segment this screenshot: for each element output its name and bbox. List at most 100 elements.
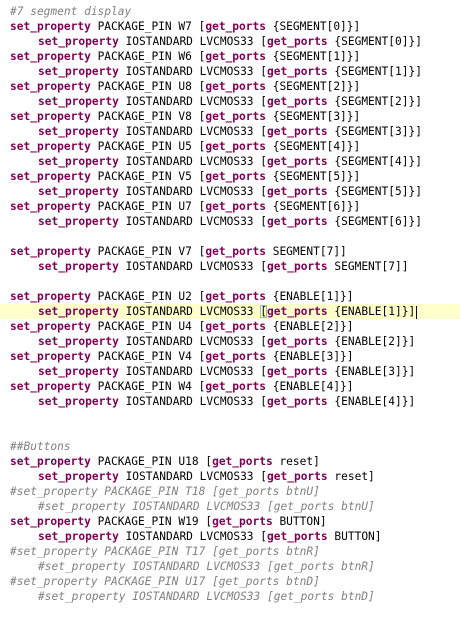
code-line[interactable]: set_property PACKAGE_PIN W4 [get_ports {…	[0, 379, 460, 394]
keyword-set-property: set_property	[38, 185, 119, 198]
code-line[interactable]: #set_property IOSTANDARD LVCMOS33 [get_p…	[0, 499, 460, 514]
port-text: SEGMENT[7]]	[265, 245, 347, 258]
code-line[interactable]: #7 segment display	[0, 4, 460, 19]
keyword-get-ports: get_ports	[205, 380, 266, 393]
blank-line[interactable]	[0, 274, 460, 289]
keyword-set-property: set_property	[10, 380, 91, 393]
code-line[interactable]: set_property PACKAGE_PIN U4 [get_ports {…	[0, 319, 460, 334]
property-text: PACKAGE_PIN W7 [	[90, 20, 206, 33]
current-code-line[interactable]: set_property IOSTANDARD LVCMOS33 [get_po…	[0, 304, 460, 319]
code-line[interactable]: set_property PACKAGE_PIN U2 [get_ports {…	[0, 289, 460, 304]
code-line[interactable]: #set_property IOSTANDARD LVCMOS33 [get_p…	[0, 559, 460, 574]
code-line[interactable]: set_property IOSTANDARD LVCMOS33 [get_po…	[0, 259, 460, 274]
code-line[interactable]: set_property IOSTANDARD LVCMOS33 [get_po…	[0, 124, 460, 139]
property-text: PACKAGE_PIN U18 [	[90, 455, 213, 468]
property-text: IOSTANDARD LVCMOS33 [	[118, 470, 268, 483]
code-line[interactable]: set_property IOSTANDARD LVCMOS33 [get_po…	[0, 154, 460, 169]
code-line[interactable]: #set_property PACKAGE_PIN T17 [get_ports…	[0, 544, 460, 559]
code-line[interactable]: set_property IOSTANDARD LVCMOS33 [get_po…	[0, 469, 460, 484]
code-line[interactable]: set_property IOSTANDARD LVCMOS33 [get_po…	[0, 64, 460, 79]
port-text: {SEGMENT[5]}]	[327, 185, 422, 198]
blank-line[interactable]	[0, 409, 460, 424]
comment-text: #set_property IOSTANDARD LVCMOS33 [get_p…	[38, 500, 375, 513]
port-text: reset]	[327, 470, 375, 483]
code-line[interactable]: set_property PACKAGE_PIN U5 [get_ports {…	[0, 139, 460, 154]
code-line[interactable]: set_property IOSTANDARD LVCMOS33 [get_po…	[0, 184, 460, 199]
keyword-get-ports: get_ports	[267, 395, 328, 408]
code-line[interactable]: set_property PACKAGE_PIN U7 [get_ports {…	[0, 199, 460, 214]
property-text: PACKAGE_PIN U2 [	[90, 290, 206, 303]
code-line[interactable]: set_property PACKAGE_PIN W6 [get_ports {…	[0, 49, 460, 64]
port-text: {ENABLE[1]}]	[265, 290, 354, 303]
keyword-set-property: set_property	[10, 110, 91, 123]
property-text: PACKAGE_PIN V8 [	[90, 110, 206, 123]
keyword-set-property: set_property	[38, 65, 119, 78]
keyword-set-property: set_property	[38, 260, 119, 273]
keyword-set-property: set_property	[38, 335, 119, 348]
keyword-set-property: set_property	[38, 395, 119, 408]
keyword-get-ports: get_ports	[205, 80, 266, 93]
port-text: {SEGMENT[2]}]	[265, 80, 361, 93]
code-line[interactable]: set_property PACKAGE_PIN V4 [get_ports {…	[0, 349, 460, 364]
keyword-set-property: set_property	[10, 320, 91, 333]
property-text: IOSTANDARD LVCMOS33 [	[118, 125, 268, 138]
keyword-get-ports: get_ports	[267, 260, 328, 273]
code-line[interactable]: set_property IOSTANDARD LVCMOS33 [get_po…	[0, 94, 460, 109]
keyword-set-property: set_property	[10, 200, 91, 213]
port-text: {SEGMENT[6]}]	[327, 215, 422, 228]
keyword-set-property: set_property	[10, 455, 91, 468]
code-line[interactable]: #set_property PACKAGE_PIN T18 [get_ports…	[0, 484, 460, 499]
code-line[interactable]: set_property IOSTANDARD LVCMOS33 [get_po…	[0, 34, 460, 49]
port-text: reset]	[272, 455, 320, 468]
code-line[interactable]: set_property PACKAGE_PIN V5 [get_ports {…	[0, 169, 460, 184]
port-text: {ENABLE[3]}]	[327, 365, 416, 378]
keyword-get-ports: get_ports	[205, 245, 266, 258]
keyword-set-property: set_property	[38, 530, 119, 543]
keyword-get-ports: get_ports	[267, 65, 328, 78]
code-line[interactable]: set_property IOSTANDARD LVCMOS33 [get_po…	[0, 529, 460, 544]
keyword-get-ports: get_ports	[205, 320, 266, 333]
port-text: {SEGMENT[0]}]	[327, 35, 422, 48]
property-text: IOSTANDARD LVCMOS33	[118, 305, 261, 318]
code-line[interactable]: set_property PACKAGE_PIN V8 [get_ports {…	[0, 109, 460, 124]
property-text: IOSTANDARD LVCMOS33 [	[118, 65, 268, 78]
blank-line[interactable]	[0, 229, 460, 244]
property-text: IOSTANDARD LVCMOS33 [	[118, 35, 268, 48]
port-text: {ENABLE[4]}]	[327, 395, 416, 408]
port-text: {ENABLE[1]}]	[327, 305, 416, 318]
port-text: {SEGMENT[2]}]	[327, 95, 422, 108]
keyword-get-ports: get_ports	[267, 155, 328, 168]
comment-text: #set_property PACKAGE_PIN T18 [get_ports…	[10, 485, 320, 498]
property-text: IOSTANDARD LVCMOS33 [	[118, 365, 268, 378]
code-line[interactable]: set_property IOSTANDARD LVCMOS33 [get_po…	[0, 214, 460, 229]
code-line[interactable]: set_property PACKAGE_PIN V7 [get_ports S…	[0, 244, 460, 259]
code-line[interactable]: set_property PACKAGE_PIN U8 [get_ports {…	[0, 79, 460, 94]
blank-line[interactable]	[0, 424, 460, 439]
code-line[interactable]: #set_property PACKAGE_PIN U17 [get_ports…	[0, 574, 460, 589]
property-text: PACKAGE_PIN W6 [	[90, 50, 206, 63]
property-text: PACKAGE_PIN U8 [	[90, 80, 206, 93]
keyword-set-property: set_property	[38, 125, 119, 138]
keyword-get-ports: get_ports	[267, 470, 328, 483]
comment-text: #set_property PACKAGE_PIN U17 [get_ports…	[10, 575, 320, 588]
property-text: PACKAGE_PIN W19 [	[90, 515, 213, 528]
code-line[interactable]: #set_property IOSTANDARD LVCMOS33 [get_p…	[0, 589, 460, 604]
keyword-get-ports: get_ports	[205, 200, 266, 213]
port-text: {SEGMENT[1]}]	[265, 50, 361, 63]
code-line[interactable]: set_property IOSTANDARD LVCMOS33 [get_po…	[0, 334, 460, 349]
code-editor[interactable]: #7 segment display set_property PACKAGE_P…	[0, 0, 460, 623]
port-text: {SEGMENT[6]}]	[265, 200, 361, 213]
keyword-set-property: set_property	[38, 95, 119, 108]
keyword-get-ports: get_ports	[212, 515, 273, 528]
property-text: PACKAGE_PIN U7 [	[90, 200, 206, 213]
code-line[interactable]: set_property PACKAGE_PIN U18 [get_ports …	[0, 454, 460, 469]
code-line[interactable]: ##Buttons	[0, 439, 460, 454]
property-text: IOSTANDARD LVCMOS33 [	[118, 395, 268, 408]
keyword-get-ports: get_ports	[212, 455, 273, 468]
keyword-set-property: set_property	[38, 365, 119, 378]
code-line[interactable]: set_property IOSTANDARD LVCMOS33 [get_po…	[0, 364, 460, 379]
code-line[interactable]: set_property PACKAGE_PIN W19 [get_ports …	[0, 514, 460, 529]
code-line[interactable]: set_property IOSTANDARD LVCMOS33 [get_po…	[0, 394, 460, 409]
property-text: PACKAGE_PIN V7 [	[90, 245, 206, 258]
code-line[interactable]: set_property PACKAGE_PIN W7 [get_ports {…	[0, 19, 460, 34]
